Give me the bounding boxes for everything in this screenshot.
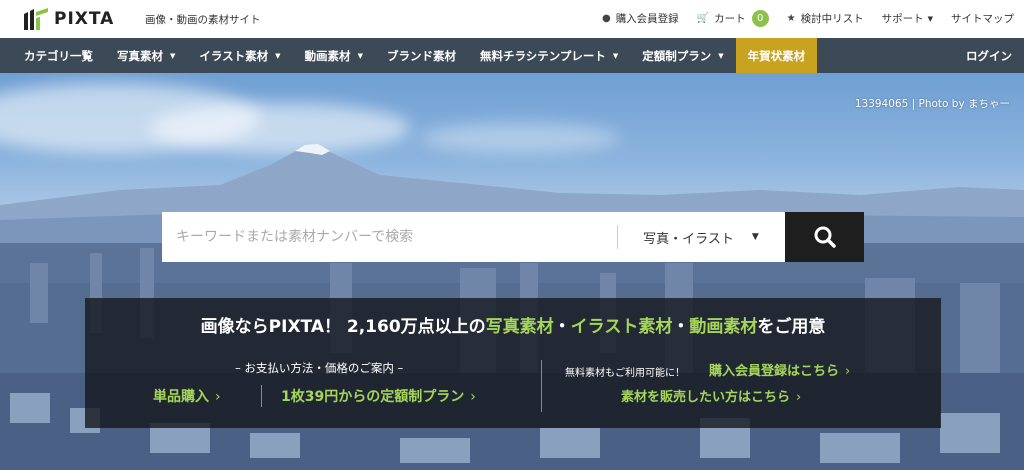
user-icon: ● [601, 13, 611, 24]
register-link[interactable]: ● 購入会員登録 [602, 11, 679, 26]
free-note: 無料素材もご利用可能に！ [565, 368, 685, 379]
search-bar: 写真・イラスト ▼ [162, 212, 864, 262]
subscription-plan-label: 1枚39円からの定額制プラン [281, 389, 465, 405]
register-label: 購入会員登録 [615, 13, 679, 25]
nav-item-brand[interactable]: ブランド素材 [375, 38, 468, 73]
nav-item-label: 定額制プラン [642, 48, 712, 63]
search-category-label: 写真・イラスト [643, 231, 734, 247]
main-nav: カテゴリ一覧 写真素材 ▼ イラスト素材 ▼ 動画素材 ▼ ブランド素材 無料チ… [0, 38, 1024, 73]
hero-banner: 13394065 | Photo by まちゃー 写真・イラスト ▼ 画像ならP… [0, 73, 1024, 470]
login-link[interactable]: ログイン [966, 38, 1012, 73]
cart-icon: 🛒 [696, 13, 710, 24]
nav-item-new-year-cards[interactable]: 年賀状素材 [735, 38, 818, 73]
nav-item-label: ブランド素材 [386, 48, 456, 63]
pixta-logo-icon [24, 8, 48, 30]
search-input[interactable] [162, 212, 617, 262]
chevron-down-icon: ▼ [927, 14, 933, 23]
headline-text: 画像ならPIXTA！ 2,160万点以上の [200, 317, 486, 337]
headline-separator: ・ [553, 317, 571, 337]
headline-photo-link[interactable]: 写真素材 [486, 317, 554, 337]
nav-item-label: イラスト素材 [199, 48, 269, 63]
pixta-logo[interactable]: PIXTA [24, 8, 114, 30]
headline-illustration-link[interactable]: イラスト素材 [571, 317, 673, 337]
nav-item-label: 無料チラシテンプレート [479, 48, 606, 63]
chevron-down-icon: ▼ [357, 51, 363, 60]
top-header: PIXTA 画像・動画の素材サイト ● 購入会員登録 🛒 カート 0 ★ 検討中… [0, 0, 1024, 38]
nav-item-label: 年賀状素材 [747, 48, 806, 63]
photo-credit[interactable]: 13394065 | Photo by まちゃー [855, 96, 1010, 111]
nav-item-label: カテゴリ一覧 [24, 48, 93, 63]
sitemap-link[interactable]: サイトマップ [951, 11, 1014, 26]
chevron-down-icon: ▼ [751, 232, 759, 242]
wishlist-label: 検討中リスト [800, 13, 864, 25]
star-icon: ★ [786, 13, 796, 24]
signup-label: 購入会員登録はこちら [709, 364, 840, 379]
headline: 画像ならPIXTA！ 2,160万点以上の写真素材・イラスト素材・動画素材をご用… [85, 312, 941, 337]
nav-item-videos[interactable]: 動画素材 ▼ [293, 38, 375, 73]
search-button[interactable] [785, 212, 864, 262]
sell-label: 素材を販売したい方はこちら [621, 390, 791, 405]
chevron-right-icon: › [470, 389, 476, 405]
sitemap-label: サイトマップ [951, 13, 1014, 25]
divider [261, 385, 262, 407]
nav-item-illustrations[interactable]: イラスト素材 ▼ [187, 38, 292, 73]
nav-item-flyer-templates[interactable]: 無料チラシテンプレート ▼ [468, 38, 630, 73]
headline-video-link[interactable]: 動画素材 [689, 317, 757, 337]
support-label: サポート [881, 13, 924, 25]
nav-item-label: 動画素材 [304, 48, 351, 63]
single-purchase-link[interactable]: 単品購入 › [153, 386, 221, 406]
header-links: ● 購入会員登録 🛒 カート 0 ★ 検討中リスト サポート ▼ サイトマップ [584, 10, 1014, 27]
chevron-down-icon: ▼ [718, 51, 724, 60]
nav-item-label: 写真素材 [117, 48, 163, 63]
payment-heading: – お支払い方法・価格のご案内 – [235, 361, 404, 375]
chevron-right-icon: › [845, 364, 851, 379]
cart-count-badge: 0 [751, 10, 769, 27]
chevron-right-icon: › [796, 390, 802, 405]
nav-item-categories[interactable]: カテゴリ一覧 [0, 38, 105, 73]
site-tagline: 画像・動画の素材サイト [145, 14, 261, 26]
chevron-down-icon: ▼ [612, 51, 619, 60]
chevron-down-icon: ▼ [275, 51, 281, 60]
headline-separator: ・ [672, 317, 690, 337]
nav-item-photos[interactable]: 写真素材 ▼ [105, 38, 187, 73]
subscription-plan-link[interactable]: 1枚39円からの定額制プラン › [281, 386, 476, 406]
support-menu[interactable]: サポート ▼ [882, 11, 933, 26]
divider [541, 360, 542, 412]
sell-link[interactable]: 素材を販売したい方はこちら › [621, 386, 801, 405]
headline-text: をご用意 [757, 317, 826, 337]
single-purchase-label: 単品購入 [153, 389, 209, 405]
cart-link[interactable]: 🛒 カート 0 [697, 10, 769, 27]
chevron-right-icon: › [215, 389, 221, 405]
nav-item-subscription[interactable]: 定額制プラン ▼ [630, 38, 735, 73]
info-panel: 画像ならPIXTA！ 2,160万点以上の写真素材・イラスト素材・動画素材をご用… [85, 298, 941, 428]
logo-text: PIXTA [54, 9, 115, 29]
search-icon [814, 226, 836, 248]
signup-link[interactable]: 購入会員登録はこちら › [709, 360, 850, 379]
chevron-down-icon: ▼ [170, 51, 176, 60]
wishlist-link[interactable]: ★ 検討中リスト [787, 11, 864, 26]
cart-label: カート [714, 13, 746, 25]
search-category-select[interactable]: 写真・イラスト ▼ [617, 212, 785, 262]
